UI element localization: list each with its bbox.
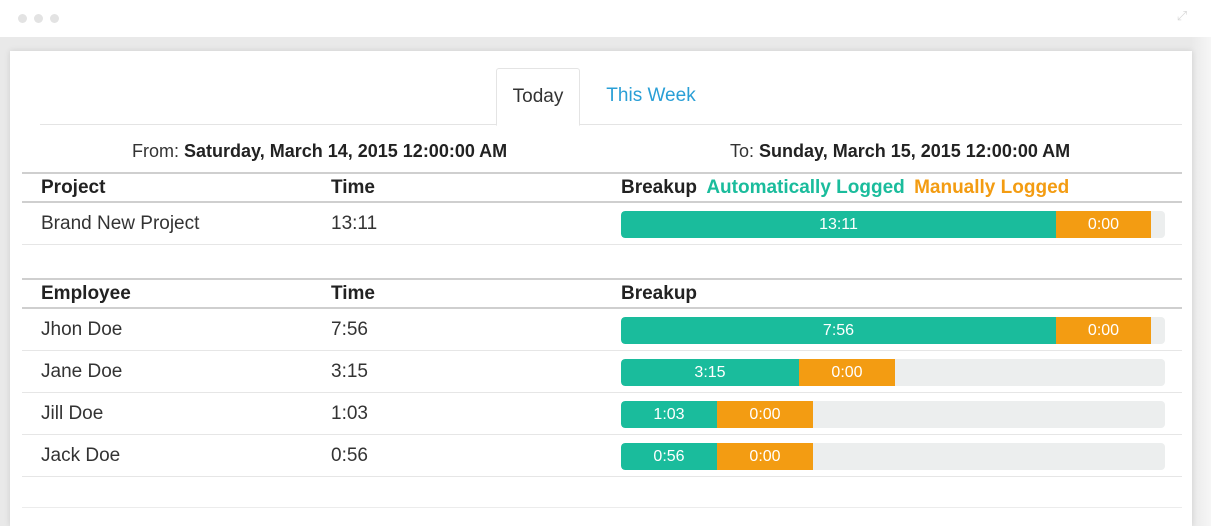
breakup-bar: 7:56 0:00 (621, 317, 1165, 344)
row-time: 7:56 (331, 319, 368, 340)
employee-table: Employee Time Breakup Jhon Doe 7:56 7:56 0:… (22, 278, 1182, 477)
manual-logged-segment: 0:00 (717, 443, 813, 470)
project-table: Project Time Breakup Automatically Logge… (22, 172, 1182, 245)
window-title-bar: ⤢ (0, 0, 1211, 37)
row-time: 0:56 (331, 445, 368, 466)
range-from-value: Saturday, March 14, 2015 12:00:00 AM (184, 141, 508, 161)
window-dot-icon[interactable] (34, 14, 43, 23)
table-row: Brand New Project 13:11 13:11 0:00 (22, 203, 1182, 245)
range-to-label: To: (730, 141, 755, 161)
table-header-row: Project Time Breakup Automatically Logge… (22, 174, 1182, 203)
table-header-row: Employee Time Breakup (22, 280, 1182, 309)
period-tabs: Today This Week (40, 68, 1182, 126)
column-header-breakup: Breakup Automatically Logged Manually Lo… (621, 174, 1069, 202)
table-row: Jhon Doe 7:56 7:56 0:00 (22, 309, 1182, 351)
divider (22, 507, 1182, 508)
window-controls (18, 14, 59, 23)
row-name: Jill Doe (41, 403, 104, 424)
side-shadow (1191, 37, 1211, 526)
table-row: Jill Doe 1:03 1:03 0:00 (22, 393, 1182, 435)
legend-automatically-logged: Automatically Logged (706, 177, 905, 198)
manual-logged-segment: 0:00 (717, 401, 813, 428)
column-header-breakup: Breakup (621, 283, 698, 304)
breakup-bar: 3:15 0:00 (621, 359, 1165, 386)
breakup-bar: 0:56 0:00 (621, 443, 1165, 470)
auto-logged-segment: 1:03 (621, 401, 717, 428)
auto-logged-segment: 0:56 (621, 443, 717, 470)
tab-today[interactable]: Today (496, 68, 580, 126)
row-name: Jhon Doe (41, 319, 123, 340)
breakup-bar: 1:03 0:00 (621, 401, 1165, 428)
column-header-time: Time (331, 177, 376, 198)
column-header-employee: Employee (41, 283, 131, 304)
row-name: Brand New Project (41, 213, 200, 234)
table-row: Jack Doe 0:56 0:56 0:00 (22, 435, 1182, 477)
window-dot-icon[interactable] (18, 14, 27, 23)
breakup-label: Breakup (621, 177, 698, 198)
column-header-time: Time (331, 283, 376, 304)
row-time: 13:11 (331, 213, 378, 234)
table-row: Jane Doe 3:15 3:15 0:00 (22, 351, 1182, 393)
auto-logged-segment: 3:15 (621, 359, 799, 386)
range-to: To: Sunday, March 15, 2015 12:00:00 AM (730, 141, 1070, 162)
time-report-panel: Today This Week From: Saturday, March 14… (10, 51, 1192, 526)
expand-icon[interactable]: ⤢ (1175, 10, 1189, 24)
window-dot-icon[interactable] (50, 14, 59, 23)
row-time: 1:03 (331, 403, 368, 424)
range-from: From: Saturday, March 14, 2015 12:00:00 … (132, 141, 507, 162)
range-to-value: Sunday, March 15, 2015 12:00:00 AM (759, 141, 1071, 161)
column-header-project: Project (41, 177, 106, 198)
row-name: Jane Doe (41, 361, 123, 382)
breakup-bar: 13:11 0:00 (621, 211, 1165, 238)
tab-this-week[interactable]: This Week (600, 68, 702, 125)
auto-logged-segment: 7:56 (621, 317, 1056, 344)
range-from-label: From: (132, 141, 179, 161)
row-time: 3:15 (331, 361, 368, 382)
row-name: Jack Doe (41, 445, 121, 466)
manual-logged-segment: 0:00 (799, 359, 895, 386)
manual-logged-segment: 0:00 (1056, 317, 1151, 344)
legend-manually-logged: Manually Logged (914, 177, 1070, 198)
auto-logged-segment: 13:11 (621, 211, 1056, 238)
manual-logged-segment: 0:00 (1056, 211, 1151, 238)
